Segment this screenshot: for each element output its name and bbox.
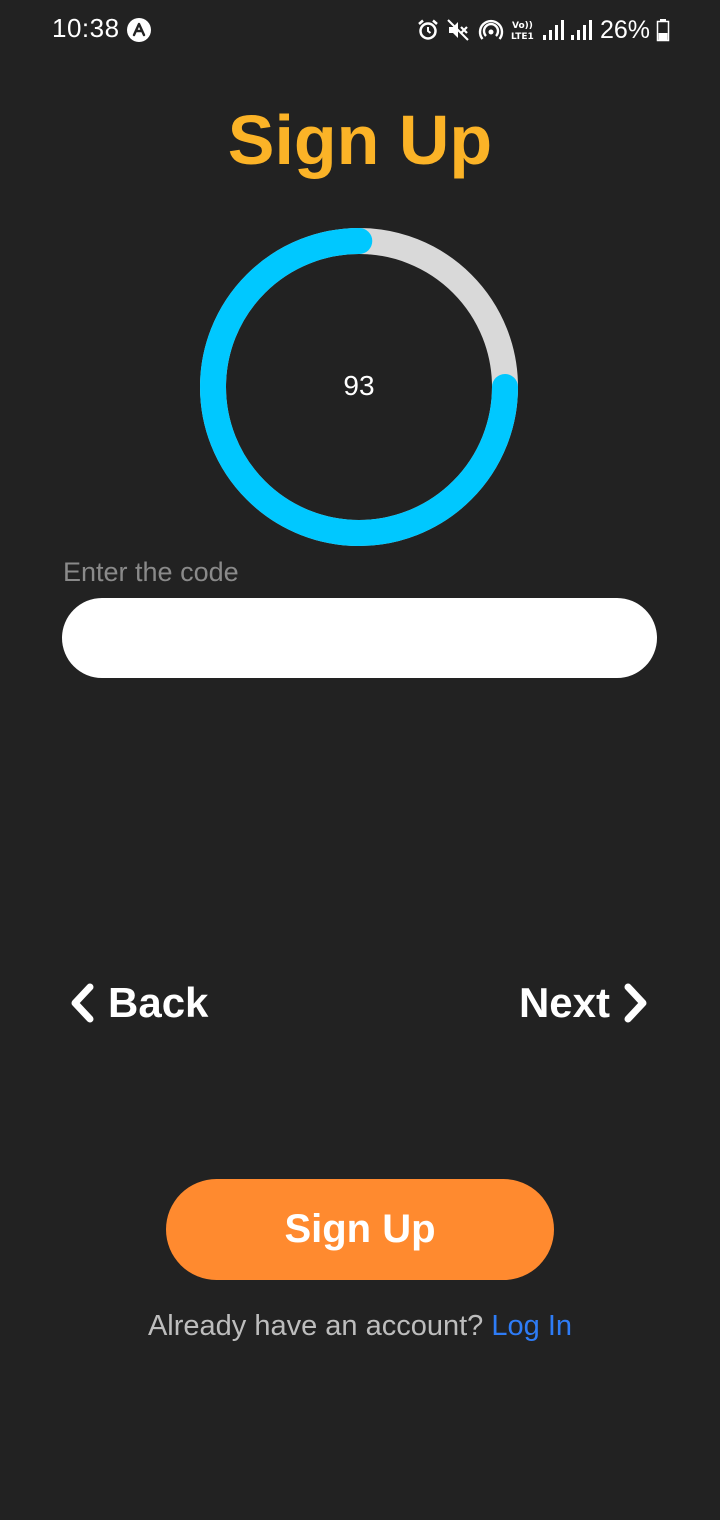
- signal-icon: [570, 20, 592, 40]
- volte-icon: Vo)) LTE1: [511, 21, 534, 42]
- hotspot-icon: [478, 19, 504, 40]
- signal-icon: [542, 20, 564, 40]
- login-prompt: Already have an account? Log In: [0, 1310, 720, 1343]
- signup-button[interactable]: Sign Up: [166, 1179, 554, 1280]
- battery-icon: [656, 19, 670, 42]
- mute-icon: [447, 19, 469, 41]
- login-link[interactable]: Log In: [491, 1310, 572, 1342]
- chevron-left-icon: [71, 983, 94, 1023]
- alarm-icon: [418, 19, 438, 40]
- next-label: Next: [518, 979, 610, 1026]
- status-time: 10:38: [52, 13, 120, 43]
- countdown-value: 93: [343, 370, 375, 401]
- app-notification-icon: [127, 18, 151, 42]
- page-title: Sign Up: [227, 101, 493, 179]
- code-input[interactable]: [62, 598, 657, 678]
- back-button[interactable]: Back: [68, 975, 208, 1031]
- svg-text:Vo)): Vo)): [512, 21, 533, 31]
- battery-percent: 26%: [599, 15, 650, 44]
- code-label: Enter the code: [63, 557, 239, 587]
- back-label: Back: [108, 979, 209, 1026]
- status-icons: Vo)) LTE1 26%: [416, 13, 670, 47]
- chevron-right-icon: [624, 983, 647, 1023]
- status-bar: 10:38 Vo)) LTE1 26%: [0, 0, 720, 60]
- login-prompt-text: Already have an account?: [147, 1310, 484, 1342]
- svg-text:LTE1: LTE1: [511, 32, 534, 42]
- next-button[interactable]: Next: [519, 975, 650, 1031]
